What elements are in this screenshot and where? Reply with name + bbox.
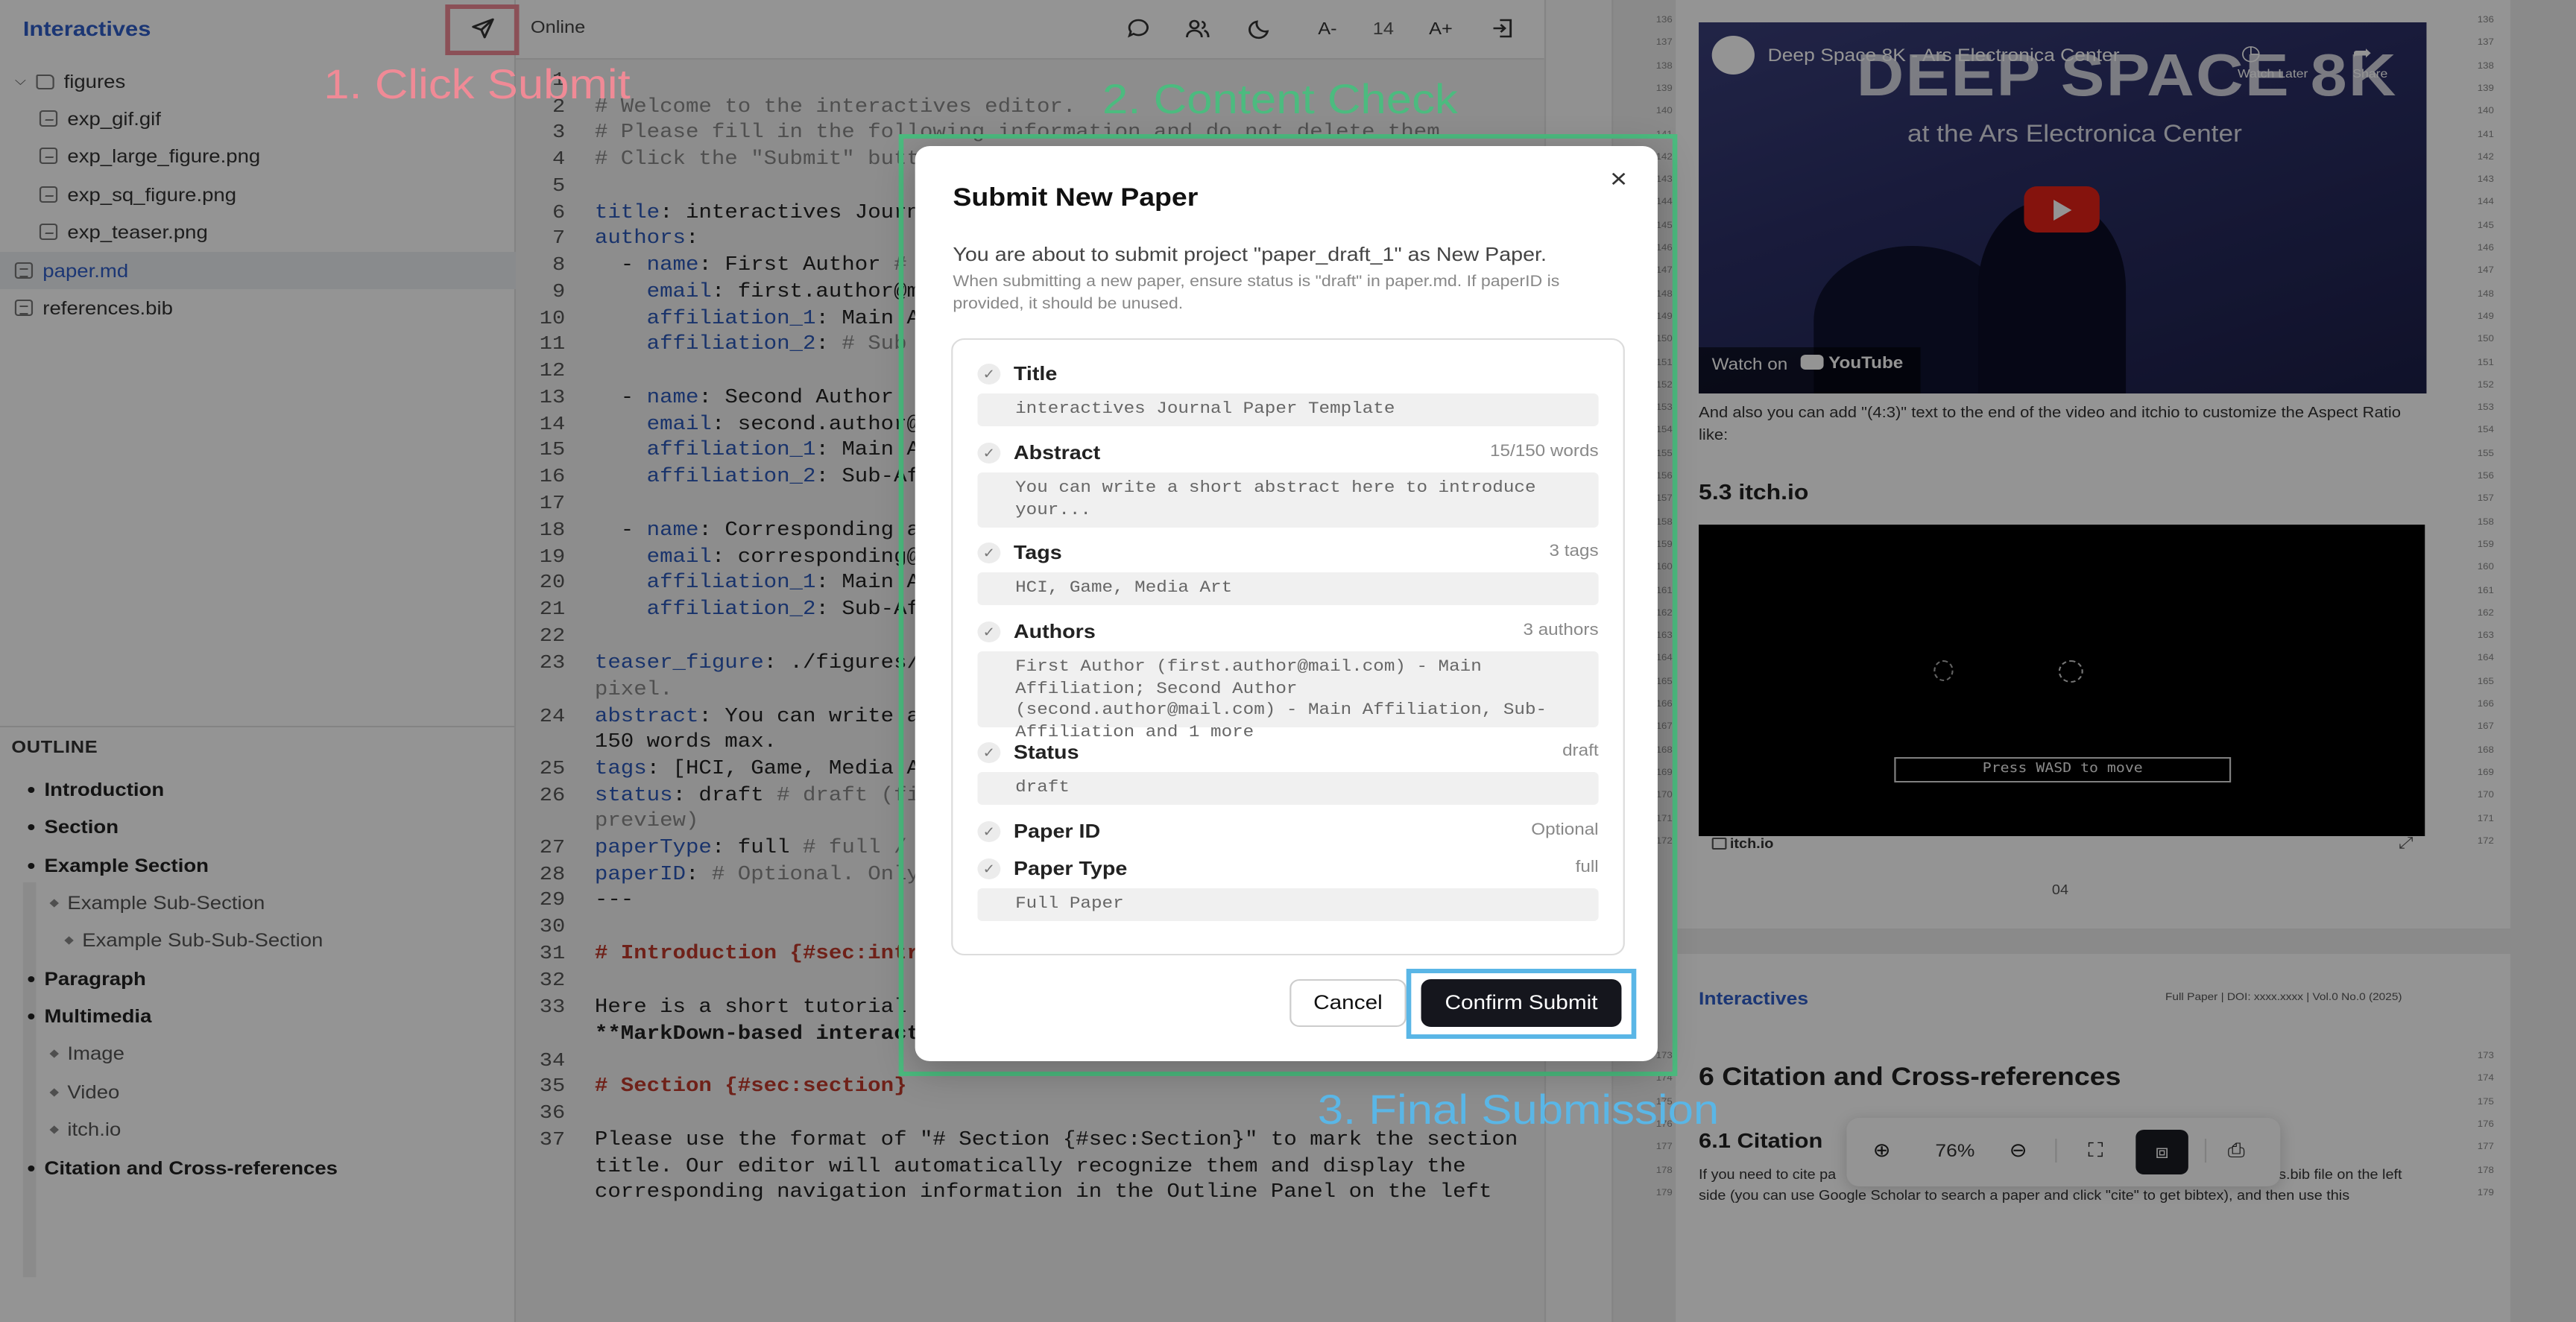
field-label: Authors [1013, 620, 1096, 642]
step-1-annotation: 1. Click Submit [323, 61, 631, 107]
field-value-tags: HCI, Game, Media Art [977, 572, 1599, 605]
cancel-button[interactable]: Cancel [1289, 979, 1407, 1027]
field-value-title: interactives Journal Paper Template [977, 393, 1599, 426]
field-label: Tags [1013, 541, 1062, 563]
field-meta: 3 authors [1523, 622, 1599, 639]
check-icon: ✓ [977, 443, 1001, 464]
field-value-abstract: You can write a short abstract here to i… [977, 472, 1599, 528]
check-icon: ✓ [977, 742, 1001, 763]
field-value-status: draft [977, 772, 1599, 805]
field-meta: full [1575, 858, 1599, 876]
check-icon: ✓ [977, 858, 1001, 879]
dialog-title: Submit New Paper [953, 183, 1199, 212]
field-label: Abstract [1013, 441, 1101, 464]
field-meta: draft [1562, 742, 1599, 760]
field-meta: 15/150 words [1490, 443, 1599, 461]
step-2-annotation: 2. Content Check [1102, 76, 1458, 122]
field-label: Paper ID [1013, 820, 1101, 842]
field-meta: 3 tags [1549, 543, 1599, 560]
check-icon: ✓ [977, 821, 1001, 842]
field-label: Paper Type [1013, 857, 1128, 879]
check-icon: ✓ [977, 622, 1001, 642]
step-3-annotation: 3. Final Submission [1317, 1087, 1720, 1133]
field-meta: Optional [1531, 821, 1599, 839]
dialog-intro: You are about to submit project "paper_d… [953, 243, 1547, 265]
dialog-note: When submitting a new paper, ensure stat… [953, 273, 1560, 312]
confirm-submit-button[interactable]: Confirm Submit [1421, 979, 1622, 1027]
field-label: Status [1013, 741, 1079, 763]
field-value-authors: First Author (first.author@mail.com) - M… [977, 651, 1599, 741]
field-value-paper-type: Full Paper [977, 888, 1599, 921]
check-icon: ✓ [977, 543, 1001, 563]
field-label: Title [1013, 362, 1058, 385]
check-icon: ✓ [977, 364, 1001, 385]
close-icon[interactable]: × [1610, 164, 1627, 195]
